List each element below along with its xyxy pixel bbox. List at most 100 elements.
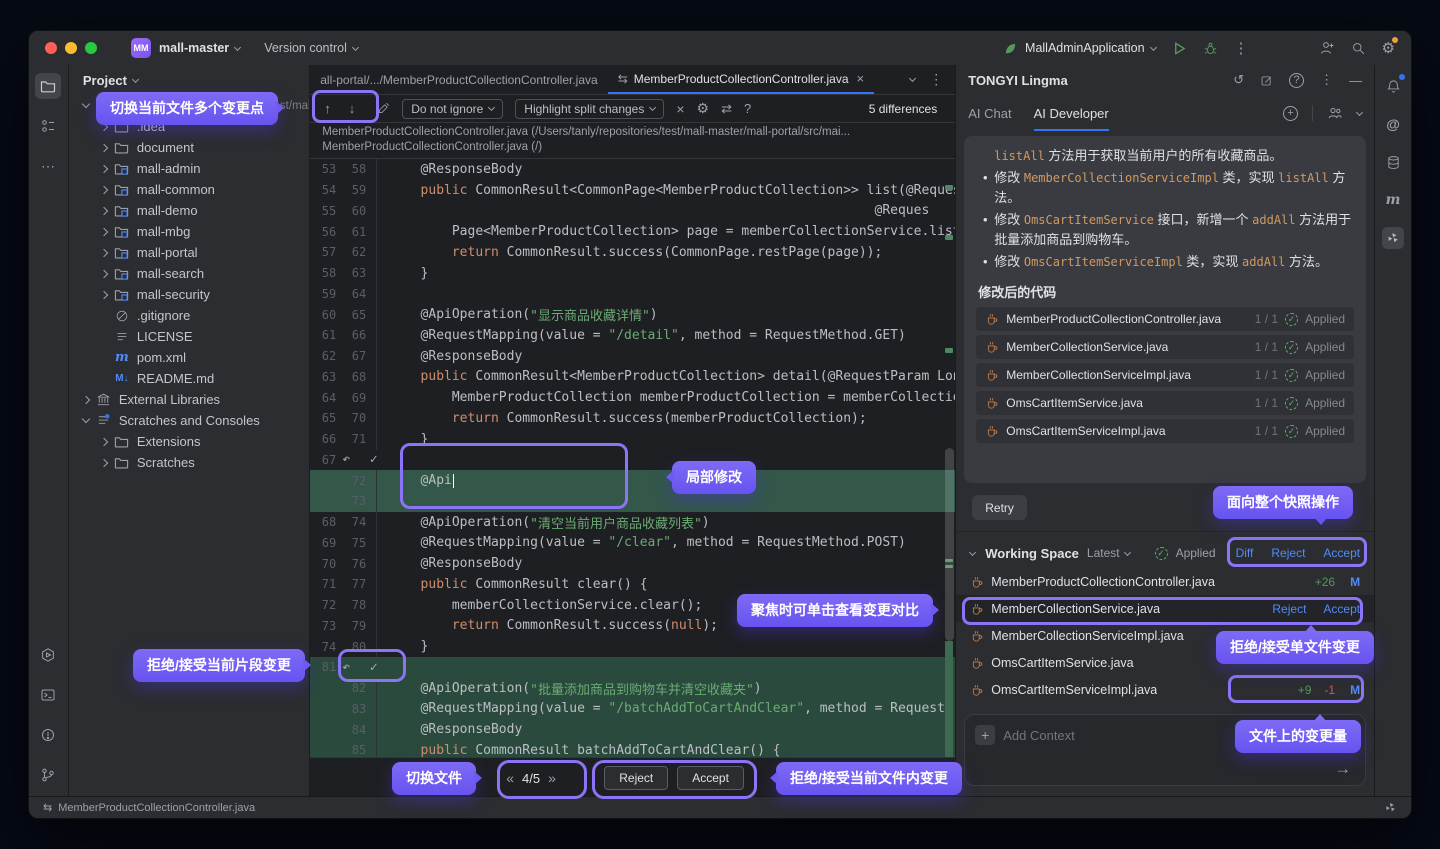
add-context-label[interactable]: Add Context xyxy=(1003,728,1075,743)
code-area[interactable]: 5358 @ResponseBody5459 public CommonResu… xyxy=(310,159,955,757)
ignore-policy-dropdown[interactable]: Do not ignore xyxy=(402,99,503,119)
highlight-mode-dropdown[interactable]: Highlight split changes xyxy=(515,99,664,119)
add-context-plus-icon[interactable]: + xyxy=(975,725,995,745)
close-window-button[interactable] xyxy=(45,42,57,54)
tongyi-lingma-tool-icon[interactable] xyxy=(1382,227,1404,249)
chat-file-card[interactable]: MemberCollectionServiceImpl.java1 / 1✓Ap… xyxy=(976,363,1354,387)
tree-item-mall-admin[interactable]: mall-admin xyxy=(69,158,309,179)
chat-file-card[interactable]: OmsCartItemServiceImpl.java1 / 1✓Applied xyxy=(976,419,1354,443)
version-control-menu[interactable]: Version control xyxy=(264,41,347,55)
chat-file-card[interactable]: MemberProductCollectionController.java1 … xyxy=(976,307,1354,331)
tree-item-mall-security[interactable]: mall-security xyxy=(69,284,309,305)
panel-options-menu[interactable]: ⋮ xyxy=(1320,72,1333,88)
file-pager[interactable]: « 4/5 » xyxy=(506,766,556,790)
fragment-undo-accept-icons[interactable]: ↶ ✓ xyxy=(342,660,383,675)
new-chat-icon[interactable] xyxy=(1260,74,1273,87)
close-tab-icon[interactable]: × xyxy=(857,71,865,86)
ws-file-row[interactable]: MemberProductCollectionController.java+2… xyxy=(956,568,1374,595)
fragment-undo-accept-icons[interactable]: ↶ ✓ xyxy=(342,452,383,467)
maven-tool-icon[interactable]: m xyxy=(1382,189,1404,211)
agents-chevron[interactable] xyxy=(1356,108,1363,115)
database-tool-icon[interactable] xyxy=(1382,151,1404,173)
services-tool-button[interactable] xyxy=(35,642,61,668)
ai-assistant-icon[interactable]: @ xyxy=(1382,113,1404,135)
help-icon[interactable]: ? xyxy=(744,101,751,116)
tree-item-external-libraries[interactable]: External Libraries xyxy=(69,389,309,410)
agents-icon[interactable] xyxy=(1327,106,1343,120)
run-button[interactable] xyxy=(1172,41,1187,56)
problems-tool-button[interactable] xyxy=(35,722,61,748)
lines-removed: -1 xyxy=(1324,683,1335,697)
terminal-tool-button[interactable] xyxy=(35,682,61,708)
callout-single-file-actions: 拒绝/接受单文件变更 xyxy=(1216,631,1374,664)
ws-reject-all-link[interactable]: Reject xyxy=(1271,546,1305,560)
snapshot-version-select[interactable]: Latest xyxy=(1087,546,1130,560)
change-count: 1 / 1 xyxy=(1255,340,1278,354)
debug-button[interactable] xyxy=(1203,41,1218,56)
project-name-menu[interactable]: mall-master xyxy=(159,41,229,55)
next-change-button[interactable]: ↓ xyxy=(349,101,356,116)
tree-item-mall-portal[interactable]: mall-portal xyxy=(69,242,309,263)
project-tool-button[interactable] xyxy=(35,73,61,99)
tree-item-license[interactable]: LICENSE xyxy=(69,326,309,347)
reject-file-link[interactable]: Reject xyxy=(1272,602,1306,616)
tree-item-label: .gitignore xyxy=(137,308,190,323)
tree-item-mall-search[interactable]: mall-search xyxy=(69,263,309,284)
history-icon[interactable]: ↺ xyxy=(1233,72,1244,88)
tab-list-chevron[interactable] xyxy=(909,75,916,82)
more-tools-button[interactable]: ⋯ xyxy=(35,153,61,179)
ws-diff-link[interactable]: Diff xyxy=(1236,546,1254,560)
ws-file-row[interactable]: OmsCartItemServiceImpl.java+9-1M xyxy=(956,676,1374,703)
editor-scrollbar[interactable] xyxy=(943,159,955,757)
tree-item-document[interactable]: document xyxy=(69,137,309,158)
edit-source-icon[interactable] xyxy=(377,102,390,115)
maximize-window-button[interactable] xyxy=(85,42,97,54)
add-user-button[interactable] xyxy=(1319,40,1335,56)
code-chunk-actions-row[interactable]: 81↶ ✓ xyxy=(310,657,955,678)
commit-tool-button[interactable] xyxy=(35,113,61,139)
tongyi-status-icon[interactable] xyxy=(1384,801,1397,814)
assistant-panel: TONGYI Lingma ↺ ? ⋮ — AI Chat AI Develop… xyxy=(955,65,1374,796)
tree-item-mall-common[interactable]: mall-common xyxy=(69,179,309,200)
tree-item--gitignore[interactable]: .gitignore xyxy=(69,305,309,326)
pager-prev-icon[interactable]: « xyxy=(506,770,514,786)
git-branch-icon[interactable] xyxy=(35,762,61,788)
tree-item-scratches-and-consoles[interactable]: Scratches and Consoles xyxy=(69,410,309,431)
diff-settings-gear-icon[interactable]: ⚙ xyxy=(697,100,710,117)
ws-accept-all-link[interactable]: Accept xyxy=(1323,546,1360,560)
collapse-icon[interactable]: × xyxy=(676,101,684,117)
pager-next-icon[interactable]: » xyxy=(548,770,556,786)
tree-item-extensions[interactable]: Extensions xyxy=(69,431,309,452)
tab-ai-developer[interactable]: AI Developer xyxy=(1034,95,1109,131)
send-message-icon[interactable]: → xyxy=(1334,759,1351,779)
working-space-collapse-chevron[interactable] xyxy=(969,548,976,555)
code-chunk-actions-row[interactable]: 67↶ ✓ xyxy=(310,450,955,471)
tree-item-readme-md[interactable]: M↓README.md xyxy=(69,368,309,389)
search-icon[interactable] xyxy=(1351,41,1366,56)
tree-item-mall-demo[interactable]: mall-demo xyxy=(69,200,309,221)
help-icon[interactable]: ? xyxy=(1289,73,1304,88)
tab-ai-chat[interactable]: AI Chat xyxy=(968,95,1011,131)
tree-item-mall-mbg[interactable]: mall-mbg xyxy=(69,221,309,242)
accept-file-button[interactable]: Accept xyxy=(677,766,744,790)
reject-file-button[interactable]: Reject xyxy=(604,766,668,790)
new-session-icon[interactable]: + xyxy=(1283,106,1298,121)
tab-options-menu[interactable]: ⋮ xyxy=(929,71,943,88)
more-actions-menu[interactable]: ⋮ xyxy=(1234,39,1249,57)
run-configuration-select[interactable]: MallAdminApplication xyxy=(1025,41,1145,55)
swap-sides-icon[interactable]: ⇄ xyxy=(721,101,732,117)
minimize-window-button[interactable] xyxy=(65,42,77,54)
tab-file-path[interactable]: all-portal/.../MemberProductCollectionCo… xyxy=(310,65,607,94)
previous-change-button[interactable]: ↑ xyxy=(324,101,331,116)
chat-file-card[interactable]: MemberCollectionService.java1 / 1✓Applie… xyxy=(976,335,1354,359)
accept-file-link[interactable]: Accept xyxy=(1323,602,1360,616)
chat-file-card[interactable]: OmsCartItemService.java1 / 1✓Applied xyxy=(976,391,1354,415)
settings-gear-icon[interactable]: ⚙ xyxy=(1382,39,1395,57)
tree-item-scratches[interactable]: Scratches xyxy=(69,452,309,473)
hide-panel-icon[interactable]: — xyxy=(1349,73,1362,88)
tree-item-pom-xml[interactable]: mpom.xml xyxy=(69,347,309,368)
chat-bullet: •修改 MemberCollectionServiceImpl 类，实现 lis… xyxy=(976,168,1354,208)
retry-button[interactable]: Retry xyxy=(972,495,1027,520)
tab-active-file[interactable]: ⇆ MemberProductCollectionController.java… xyxy=(608,65,874,94)
notifications-bell-icon[interactable] xyxy=(1382,75,1404,97)
